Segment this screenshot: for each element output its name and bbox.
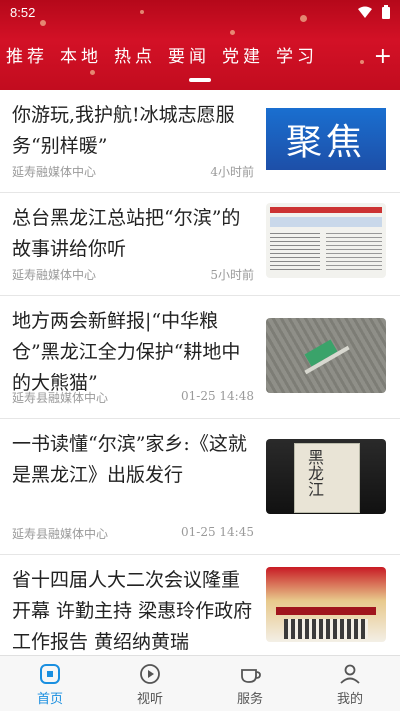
article-thumbnail: 聚焦 [266, 100, 386, 175]
article-thumbnail [266, 567, 386, 642]
article-source: 延寿融媒体中心 [12, 165, 97, 179]
tab-recommend[interactable]: 推荐 [0, 42, 54, 72]
home-icon [40, 664, 60, 684]
article-source: 延寿融媒体中心 [12, 268, 97, 282]
nav-service-label: 服务 [236, 692, 263, 707]
nav-profile-label: 我的 [336, 692, 363, 707]
article-time: 4小时前 [210, 165, 254, 179]
nav-home[interactable]: 首页 [0, 656, 100, 711]
tab-study[interactable]: 学习 [270, 42, 324, 72]
book-cover-title: 黑龙江 [305, 449, 324, 497]
wifi-icon [358, 6, 372, 18]
article-title: 总台黑龙江总站把“尔滨”的故事讲给你听 [12, 207, 241, 260]
article-item[interactable]: 一书读懂“尔滨”家乡:《这就是黑龙江》出版发行 延寿县融媒体中心 01-25 14… [0, 419, 400, 555]
active-tab-indicator [189, 78, 211, 82]
tab-news[interactable]: 要闻 [162, 42, 216, 72]
article-title: 一书读懂“尔滨”家乡:《这就是黑龙江》出版发行 [12, 433, 247, 486]
article-time: 01-25 14:48 [181, 389, 254, 403]
article-title: 省十四届人大二次会议隆重开幕 许勤主持 梁惠玲作政府工作报告 黄绍纳黄瑞 [12, 569, 253, 653]
article-list: 你游玩,我护航!冰城志愿服务“别样暖” 延寿融媒体中心 4小时前 聚焦 总台黑龙江… [0, 90, 400, 657]
top-header: 8:52 推荐 本地 热点 要闻 党建 学习 + [0, 0, 400, 90]
tab-hot[interactable]: 热点 [108, 42, 162, 72]
thumbnail-caption: 聚焦 [285, 122, 366, 163]
user-icon [340, 664, 360, 684]
article-thumbnail: 黑龙江 [266, 439, 386, 514]
nav-home-label: 首页 [36, 692, 63, 707]
tab-local[interactable]: 本地 [54, 42, 108, 72]
nav-profile[interactable]: 我的 [300, 656, 400, 711]
article-item[interactable]: 地方两会新鲜报|“中华粮仓”黑龙江全力保护“耕地中的大熊猫” 延寿县融媒体中心 0… [0, 296, 400, 419]
battery-icon [382, 5, 390, 19]
article-item[interactable]: 总台黑龙江总站把“尔滨”的故事讲给你听 延寿融媒体中心 5小时前 [0, 193, 400, 296]
status-time: 8:52 [10, 5, 36, 20]
article-thumbnail [266, 203, 386, 278]
bottom-nav: 首页 视听 服务 我的 [0, 655, 400, 711]
cup-icon [241, 669, 261, 683]
nav-media-label: 视听 [136, 692, 163, 707]
article-title: 地方两会新鲜报|“中华粮仓”黑龙江全力保护“耕地中的大熊猫” [12, 310, 241, 394]
nav-service[interactable]: 服务 [200, 656, 300, 711]
add-channel-button[interactable]: + [374, 44, 392, 69]
article-source: 延寿县融媒体中心 [12, 391, 109, 405]
article-source: 延寿县融媒体中心 [12, 527, 109, 541]
article-item[interactable]: 省十四届人大二次会议隆重开幕 许勤主持 梁惠玲作政府工作报告 黄绍纳黄瑞 [0, 555, 400, 657]
nav-media[interactable]: 视听 [100, 656, 200, 711]
article-thumbnail [266, 318, 386, 393]
article-title: 你游玩,我护航!冰城志愿服务“别样暖” [12, 104, 235, 157]
channel-tabs: 推荐 本地 热点 要闻 党建 学习 [0, 42, 324, 72]
tab-party[interactable]: 党建 [216, 42, 270, 72]
article-item[interactable]: 你游玩,我护航!冰城志愿服务“别样暖” 延寿融媒体中心 4小时前 聚焦 [0, 90, 400, 193]
article-time: 01-25 14:45 [181, 525, 254, 539]
article-time: 5小时前 [210, 268, 254, 282]
play-icon [140, 664, 160, 684]
status-bar: 8:52 [0, 4, 400, 24]
